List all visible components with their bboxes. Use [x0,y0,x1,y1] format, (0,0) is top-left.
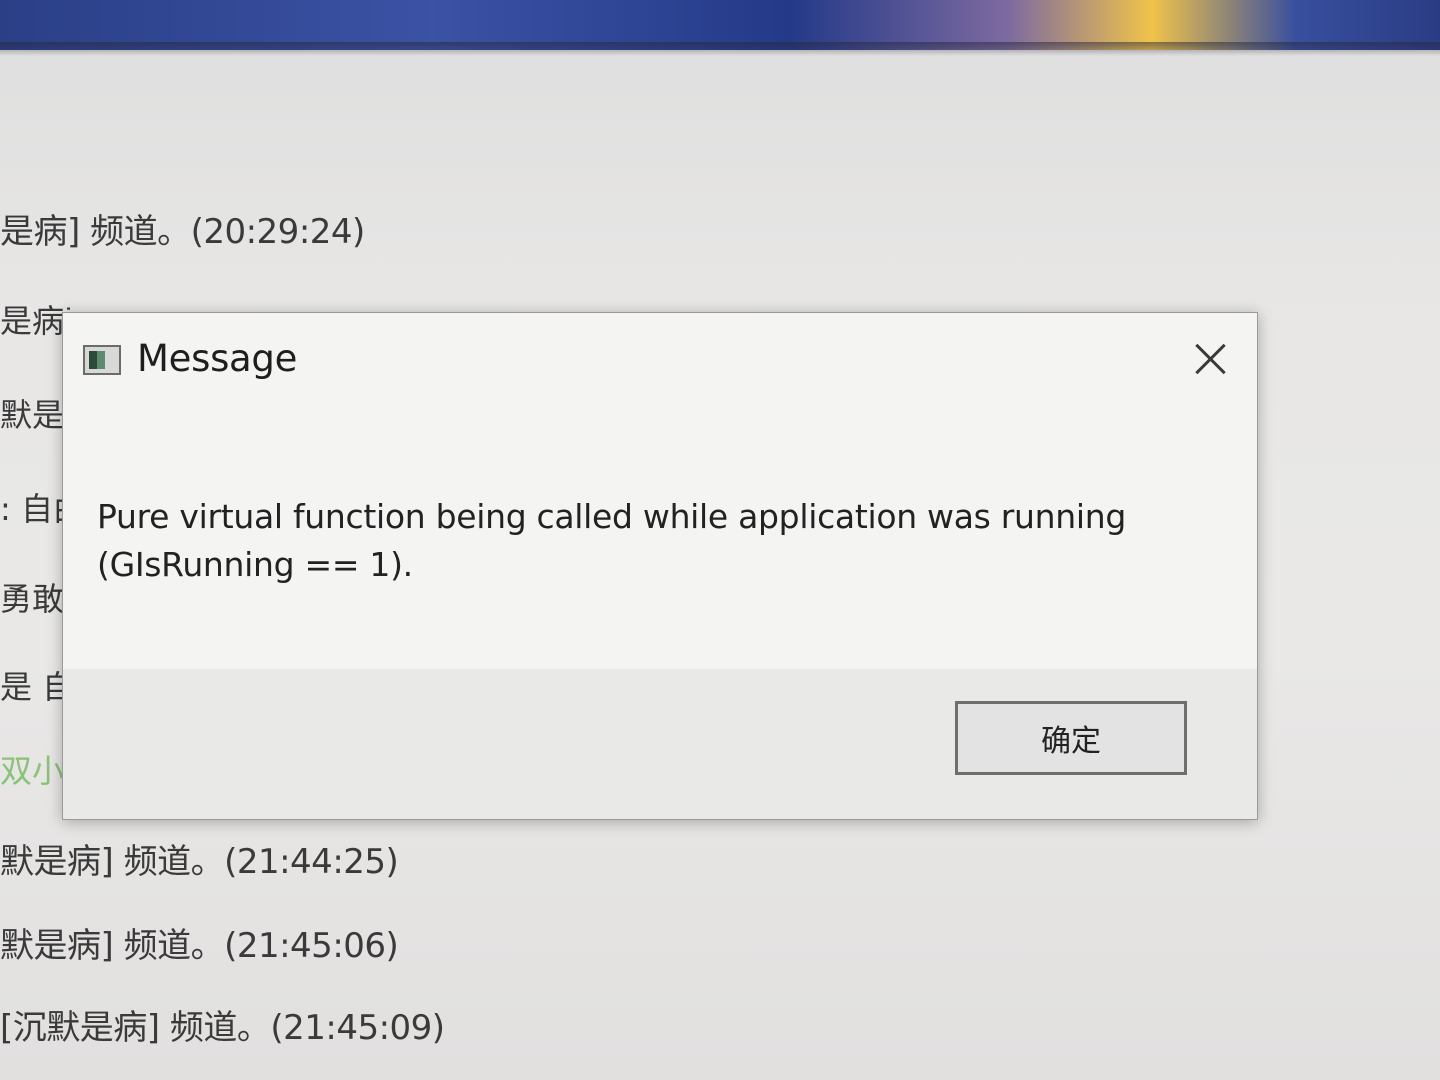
dialog-titlebar[interactable]: Message [63,313,1257,403]
dialog-message: Pure virtual function being called while… [97,493,1217,589]
chat-log-line: 默是病] 频道。(21:44:25) [0,842,399,882]
chat-log-line: 默是 [0,396,62,434]
message-line: (GIsRunning == 1). [97,545,413,584]
ok-button[interactable]: 确定 [955,701,1187,775]
chat-log-line: 默是病] 频道。(21:45:06) [0,926,399,966]
chat-log-line: 是病] 频道。(20:29:24) [0,212,365,252]
chat-log-line: [沉默是病] 频道。(21:45:09) [0,1008,445,1048]
message-line: Pure virtual function being called while… [97,497,1126,536]
app-window-icon [83,345,121,375]
dialog-title: Message [137,337,298,380]
dialog-footer: 确定 [63,669,1257,819]
message-dialog: Message Pure virtual function being call… [62,312,1258,820]
close-icon[interactable] [1187,335,1235,383]
chat-log-line: : 自由 [0,490,66,528]
chat-log-line: 是病] 频道。(20:29:30) [0,302,70,340]
